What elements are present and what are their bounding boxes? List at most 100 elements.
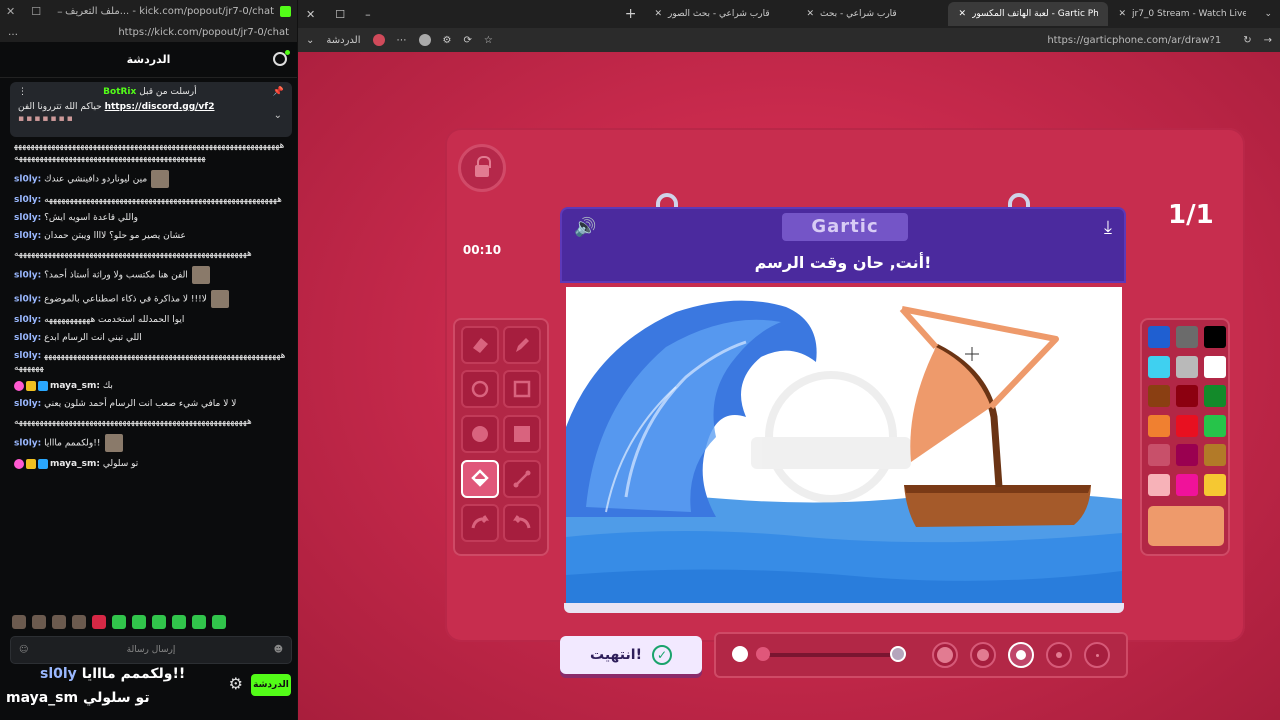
drawing-canvas[interactable] <box>566 287 1122 603</box>
close-tab-icon[interactable]: ✕ <box>806 9 814 19</box>
color-swatch[interactable] <box>1148 414 1170 437</box>
emote-button[interactable] <box>112 615 126 629</box>
chat-send-button[interactable]: الدردشة <box>251 674 291 696</box>
chat-username[interactable]: sl0ly: <box>14 213 41 223</box>
chat-username[interactable]: sl0ly: <box>14 175 41 185</box>
emote-button[interactable] <box>52 615 66 629</box>
opacity-slider[interactable] <box>762 653 892 657</box>
circle-outline-icon[interactable] <box>461 370 499 408</box>
puzzle-icon[interactable]: ⚙ <box>443 35 452 46</box>
users-icon[interactable] <box>273 50 290 66</box>
minimize-icon[interactable]: – <box>365 8 371 21</box>
opacity-slider-handle[interactable] <box>756 647 770 661</box>
brush-size-xs[interactable] <box>1084 642 1110 668</box>
chevron-down-icon[interactable]: ⌄ <box>274 110 282 121</box>
pencil-icon[interactable] <box>503 326 541 364</box>
color-swatch[interactable] <box>1148 444 1170 466</box>
square-fill-icon[interactable] <box>503 415 541 453</box>
close-tab-icon[interactable]: ✕ <box>958 9 966 19</box>
color-swatch[interactable] <box>1204 414 1226 437</box>
emote-button[interactable] <box>72 615 86 629</box>
line-icon[interactable] <box>503 460 541 498</box>
color-swatch[interactable] <box>1204 355 1226 378</box>
extension-icon[interactable] <box>372 34 385 46</box>
chat-username[interactable]: sl0ly: <box>14 271 41 281</box>
emote-button[interactable] <box>212 615 226 629</box>
color-swatch[interactable] <box>1148 326 1170 348</box>
emoji-icon[interactable]: ☻ <box>274 645 283 655</box>
brush-size-m[interactable] <box>1008 642 1034 668</box>
emote-button[interactable] <box>12 615 26 629</box>
bucket-icon[interactable] <box>461 460 499 498</box>
circle-fill-icon[interactable] <box>461 415 499 453</box>
brush-size-l[interactable] <box>970 642 996 668</box>
maximize-icon[interactable]: ☐ <box>335 8 345 21</box>
color-swatch[interactable] <box>1148 355 1170 378</box>
color-swatch[interactable] <box>1176 355 1198 378</box>
more-icon[interactable]: … <box>8 27 118 38</box>
emote-button[interactable] <box>132 615 146 629</box>
browser-tab[interactable]: ✕ قارب شراعي - بحث <box>796 2 948 26</box>
redo-icon[interactable] <box>503 504 541 542</box>
close-icon[interactable]: ✕ <box>6 5 15 18</box>
close-icon[interactable]: ✕ <box>306 8 315 21</box>
eraser-icon[interactable] <box>461 326 499 364</box>
chat-username[interactable]: sl0ly: <box>14 351 41 361</box>
chat-username[interactable]: maya_sm: <box>50 381 100 391</box>
pin-icon[interactable]: 📌 <box>273 87 284 97</box>
color-swatch[interactable] <box>1148 385 1170 407</box>
chat-username[interactable]: sl0ly: <box>14 315 41 325</box>
brush-size-xl[interactable] <box>932 642 958 668</box>
undo-icon[interactable] <box>461 504 499 542</box>
color-swatch[interactable] <box>1148 473 1170 496</box>
maximize-icon[interactable]: ☐ <box>31 5 41 18</box>
emote-button[interactable] <box>152 615 166 629</box>
color-swatch[interactable] <box>1176 326 1198 348</box>
color-swatch[interactable] <box>1176 473 1198 496</box>
download-icon[interactable]: ⤓ <box>1104 217 1112 238</box>
brush-size-s[interactable] <box>1046 642 1072 668</box>
chat-username[interactable]: maya_sm: <box>50 459 100 469</box>
chat-username[interactable]: sl0ly: <box>14 295 41 305</box>
speaker-icon[interactable]: 🔊 <box>574 217 596 238</box>
emote-button[interactable] <box>92 615 106 629</box>
tab-list-icon[interactable]: ⌄ <box>1256 9 1280 19</box>
chat-username[interactable]: sl0ly: <box>14 231 41 241</box>
gear-icon[interactable]: ⚙ <box>229 674 243 693</box>
browser-tab[interactable]: ✕ قارب شراعي - بحث الصور <box>644 2 796 26</box>
chat-username[interactable]: sl0ly: <box>14 333 41 343</box>
chat-message-input[interactable]: ☻ إرسال رسالة ☺ <box>10 636 292 664</box>
more-icon[interactable]: ⋯ <box>397 35 407 46</box>
color-swatch[interactable] <box>1204 326 1226 348</box>
pinned-link[interactable]: https://discord.gg/vf2 <box>105 102 215 112</box>
browser-tab-active[interactable]: ✕لعبة الهاتف المكسور - Gartic Phone <box>948 2 1109 26</box>
chat-username[interactable]: sl0ly: <box>14 439 41 449</box>
emote-button[interactable] <box>172 615 186 629</box>
bookmark-label[interactable]: الدردشة <box>326 35 360 46</box>
color-swatch[interactable] <box>1176 444 1198 466</box>
url-field[interactable]: https://garticphone.com/ar/draw?1 <box>505 35 1231 46</box>
close-tab-icon[interactable]: ✕ <box>1118 9 1126 19</box>
done-button[interactable]: انتهيت! ✓ <box>560 636 702 674</box>
color-swatch[interactable] <box>1204 385 1226 407</box>
emote-button[interactable] <box>32 615 46 629</box>
star-icon[interactable]: ☆ <box>484 35 493 46</box>
reload-icon[interactable]: ↻ <box>1243 35 1251 46</box>
square-outline-icon[interactable] <box>503 370 541 408</box>
avatar[interactable] <box>418 34 431 46</box>
refresh-icon[interactable]: ⟳ <box>463 35 471 46</box>
color-swatch[interactable] <box>1204 473 1226 496</box>
back-icon[interactable]: → <box>1264 35 1272 46</box>
pinned-message[interactable]: 📌 أرسلت من قبل BotRix ⋮ https://discord.… <box>10 82 292 137</box>
chevron-down-icon[interactable]: ⌄ <box>306 35 314 46</box>
close-tab-icon[interactable]: ✕ <box>654 9 662 19</box>
chat-username[interactable]: sl0ly: <box>14 195 41 205</box>
emote-button[interactable] <box>192 615 206 629</box>
current-color-swatch[interactable] <box>1148 506 1224 546</box>
smile-icon[interactable]: ☺ <box>19 645 28 655</box>
new-tab-icon[interactable]: + <box>617 6 645 22</box>
browser-tab[interactable]: ✕jr7_0 Stream - Watch Live on Kick <box>1108 2 1256 26</box>
color-swatch[interactable] <box>1176 385 1198 407</box>
color-swatch[interactable] <box>1204 444 1226 466</box>
more-vertical-icon[interactable]: ⋮ <box>18 87 27 97</box>
